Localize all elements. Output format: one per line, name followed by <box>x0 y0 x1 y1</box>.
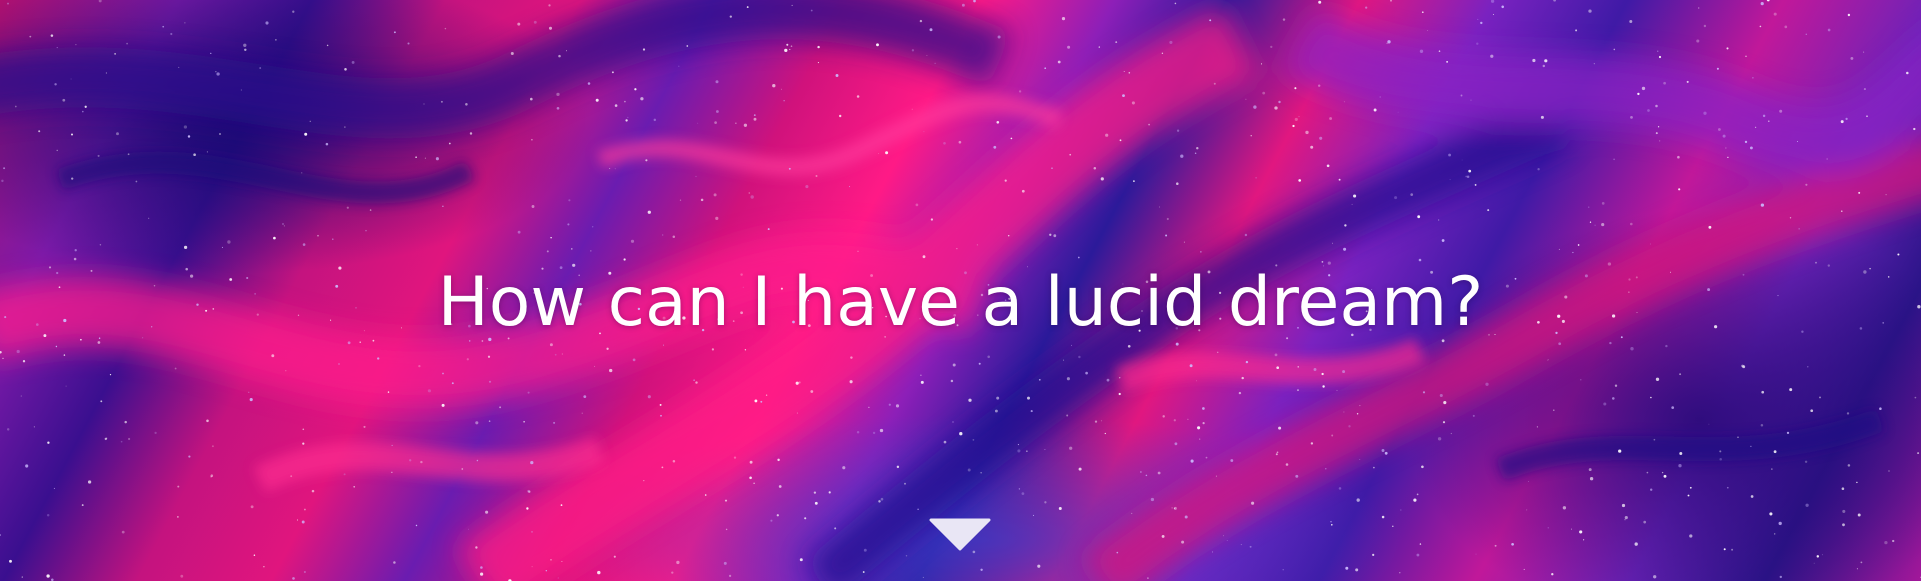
scroll-down-button[interactable] <box>929 518 991 552</box>
triangle-down-icon <box>929 518 991 551</box>
page-title: How can I have a lucid dream? <box>437 263 1484 342</box>
hero-banner: How can I have a lucid dream? <box>0 0 1921 581</box>
